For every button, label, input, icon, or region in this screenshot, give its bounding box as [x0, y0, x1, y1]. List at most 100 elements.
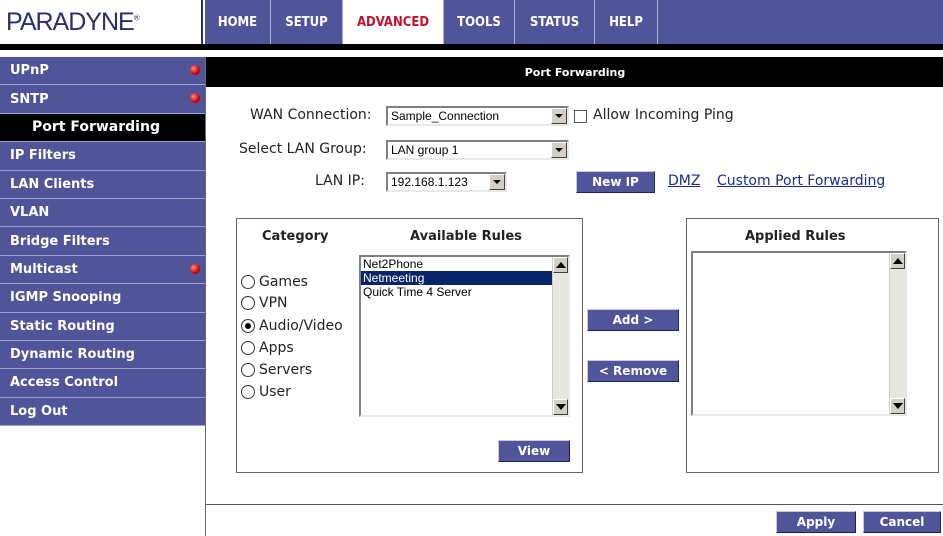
applied-rules-list[interactable] [691, 251, 907, 416]
sidebar-item-lan-clients[interactable]: LAN Clients [0, 170, 205, 199]
scrollbar[interactable] [889, 253, 905, 414]
tab-status[interactable]: STATUS [515, 0, 595, 44]
category-servers[interactable]: Servers [241, 362, 312, 378]
allow-ping-checkbox[interactable] [574, 110, 587, 123]
radio-icon[interactable] [241, 341, 255, 355]
footer-divider [206, 504, 943, 505]
category-audio-video[interactable]: Audio/Video [241, 318, 343, 334]
chevron-down-icon[interactable] [551, 108, 567, 124]
chevron-down-icon[interactable] [489, 174, 505, 190]
sidebar-item-label: VLAN [10, 205, 50, 221]
scroll-down-icon[interactable] [890, 398, 905, 414]
category-games[interactable]: Games [241, 274, 308, 290]
applied-rules-panel: Applied Rules [686, 218, 939, 473]
remove-button[interactable]: < Remove [587, 360, 679, 382]
category-label: Games [259, 274, 308, 290]
lan-group-label: Select LAN Group: [239, 141, 367, 157]
category-apps[interactable]: Apps [241, 340, 294, 356]
sidebar-item-multicast[interactable]: Multicast [0, 255, 205, 285]
logo-area: PARADYNE® [0, 0, 203, 44]
new-ip-button[interactable]: New IP [576, 171, 655, 193]
view-button[interactable]: View [498, 440, 570, 462]
sidebar-item-label: UPnP [10, 63, 49, 79]
sidebar-item-label: LAN Clients [10, 176, 95, 192]
lan-group-value: LAN group 1 [391, 143, 459, 157]
nav-filler [658, 0, 943, 44]
scroll-up-icon[interactable] [890, 253, 905, 269]
alert-dot-icon [190, 93, 200, 104]
list-item[interactable]: Netmeeting [361, 271, 568, 285]
lan-ip-select[interactable]: 192.168.1.123 [386, 172, 507, 192]
list-item[interactable]: Quick Time 4 Server [361, 285, 568, 299]
lan-ip-value: 192.168.1.123 [391, 175, 468, 189]
lan-group-select[interactable]: LAN group 1 [386, 140, 569, 160]
tab-home[interactable]: HOME [205, 0, 271, 44]
sidebar-item-upnp[interactable]: UPnP [0, 57, 205, 86]
scrollbar[interactable] [552, 257, 568, 415]
chevron-down-icon[interactable] [551, 142, 567, 158]
wan-connection-select[interactable]: Sample_Connection [386, 106, 569, 126]
tab-advanced[interactable]: ADVANCED [343, 0, 444, 44]
cancel-button[interactable]: Cancel [863, 511, 941, 533]
radio-icon[interactable] [241, 275, 255, 289]
add-button[interactable]: Add > [587, 309, 679, 331]
scroll-down-icon[interactable] [553, 399, 568, 415]
category-label: User [259, 384, 291, 400]
sidebar-item-dynamic-routing[interactable]: Dynamic Routing [0, 340, 205, 370]
tab-tools[interactable]: TOOLS [444, 0, 515, 44]
sidebar-item-label: Port Forwarding [32, 119, 160, 136]
sidebar-item-log-out[interactable]: Log Out [0, 397, 205, 427]
scroll-up-icon[interactable] [553, 257, 568, 273]
sidebar-item-static-routing[interactable]: Static Routing [0, 312, 205, 341]
sidebar-item-access-control[interactable]: Access Control [0, 369, 205, 398]
category-label: VPN [259, 295, 288, 311]
sidebar-item-label: Static Routing [10, 318, 115, 334]
wan-connection-label: WAN Connection: [250, 107, 372, 123]
apply-button[interactable]: Apply [776, 511, 856, 533]
sidebar-item-port-forwarding[interactable]: Port Forwarding [0, 113, 205, 143]
lan-ip-label: LAN IP: [315, 173, 365, 189]
category-user[interactable]: User [241, 384, 291, 400]
sidebar: UPnP SNTP Port Forwarding IP Filters LAN… [0, 57, 205, 427]
sidebar-item-label: Bridge Filters [10, 233, 110, 249]
sidebar-item-label: IGMP Snooping [10, 290, 122, 306]
rules-panel: Category Available Rules Games VPN Audio… [236, 218, 583, 473]
category-label: Servers [259, 362, 313, 378]
dmz-link[interactable]: DMZ [668, 173, 700, 189]
radio-icon[interactable] [241, 296, 255, 310]
sidebar-item-igmp-snooping[interactable]: IGMP Snooping [0, 284, 205, 313]
paradyne-logo: PARADYNE® [6, 8, 140, 36]
category-label: Audio/Video [259, 318, 343, 334]
wan-connection-value: Sample_Connection [391, 109, 500, 123]
applied-rules-header: Applied Rules [745, 229, 846, 244]
category-vpn[interactable]: VPN [241, 295, 288, 311]
custom-port-forwarding-link[interactable]: Custom Port Forwarding [717, 173, 885, 189]
available-rules-list[interactable]: Net2Phone Netmeeting Quick Time 4 Server [359, 255, 570, 417]
radio-selected-icon[interactable] [241, 319, 255, 333]
tab-help[interactable]: HELP [595, 0, 658, 44]
top-bar: PARADYNE® HOME SETUP ADVANCED TOOLS STAT… [0, 0, 943, 44]
category-label: Apps [259, 340, 294, 356]
sidebar-item-label: Multicast [10, 261, 78, 277]
main-nav: HOME SETUP ADVANCED TOOLS STATUS HELP [205, 0, 943, 44]
page-title: Port Forwarding [206, 57, 943, 87]
sidebar-item-label: Access Control [10, 375, 119, 391]
sidebar-item-label: Dynamic Routing [10, 347, 135, 363]
header-gap [0, 50, 943, 57]
sidebar-item-bridge-filters[interactable]: Bridge Filters [0, 227, 205, 256]
alert-dot-icon [190, 65, 200, 75]
sidebar-item-label: Log Out [10, 403, 68, 419]
content-area: Port Forwarding WAN Connection: Sample_C… [205, 57, 943, 536]
sidebar-item-ip-filters[interactable]: IP Filters [0, 142, 205, 171]
tab-setup[interactable]: SETUP [271, 0, 343, 44]
alert-dot-icon [190, 263, 200, 274]
sidebar-item-vlan[interactable]: VLAN [0, 198, 205, 228]
radio-icon[interactable] [241, 385, 255, 399]
category-header: Category [262, 229, 329, 244]
list-item[interactable]: Net2Phone [361, 257, 568, 271]
sidebar-item-sntp[interactable]: SNTP [0, 85, 205, 114]
sidebar-item-label: SNTP [10, 91, 49, 107]
available-rules-header: Available Rules [410, 229, 522, 244]
allow-ping-label: Allow Incoming Ping [593, 107, 734, 123]
radio-icon[interactable] [241, 363, 255, 377]
